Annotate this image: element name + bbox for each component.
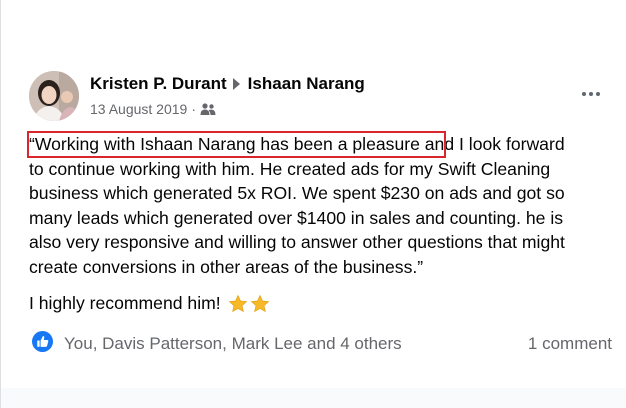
group-icon — [200, 103, 216, 115]
author-name[interactable]: Kristen P. Durant — [90, 74, 227, 94]
post-text-line: also very responsive and willing to answ… — [29, 232, 565, 252]
more-options-icon — [589, 92, 593, 96]
post-text-line: many leads which generated over $1400 in… — [29, 207, 564, 228]
avatar-photo — [29, 71, 79, 121]
post-meta: 13 August 2019 · — [90, 101, 216, 117]
comments-count[interactable]: 1 comment — [528, 334, 612, 354]
post-text-line: to continue working with him. He created… — [29, 158, 551, 179]
arrow-right-icon — [232, 78, 240, 90]
post-text-line: create conversions in other areas of the… — [29, 256, 424, 277]
more-options-icon — [596, 92, 600, 96]
post-card: Kristen P. Durant Ishaan Narang 13 Augus… — [0, 0, 626, 408]
highlight-annotation-box — [27, 131, 446, 158]
post-header: Kristen P. Durant Ishaan Narang — [90, 74, 365, 94]
author-avatar[interactable] — [29, 71, 79, 121]
post-date[interactable]: 13 August 2019 — [90, 101, 187, 117]
post-text-line: business which generated 5x ROI. We spen… — [29, 183, 565, 203]
more-options-icon — [582, 92, 586, 96]
star-icon — [228, 294, 247, 312]
card-bottom-edge — [1, 388, 626, 408]
recommend-line: I highly recommend him! — [29, 293, 270, 314]
more-options-button[interactable] — [577, 84, 605, 104]
recipient-name[interactable]: Ishaan Narang — [248, 74, 365, 94]
reactions-summary[interactable]: You, Davis Patterson, Mark Lee and 4 oth… — [64, 334, 402, 354]
star-icon — [250, 294, 269, 312]
like-icon[interactable] — [32, 331, 53, 352]
meta-separator: · — [191, 101, 196, 117]
recommend-text: I highly recommend him! — [29, 293, 221, 313]
